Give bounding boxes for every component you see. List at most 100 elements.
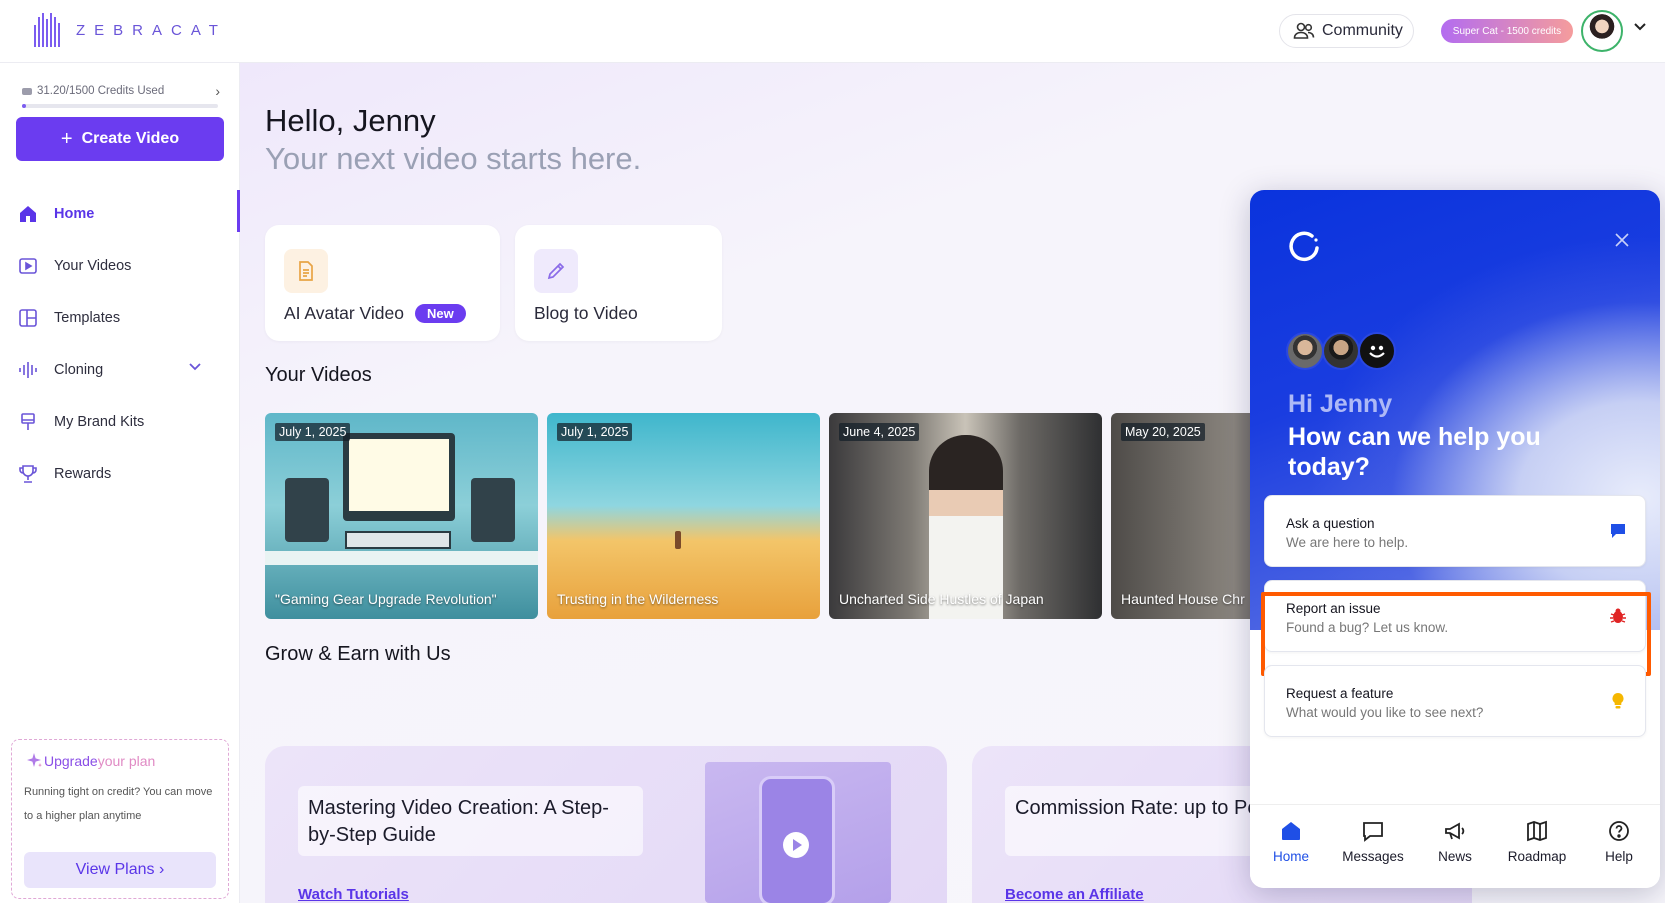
help-widget-panel: Hi Jenny How can we help you today? Ask … bbox=[1250, 190, 1660, 888]
chat-icon bbox=[1611, 524, 1625, 538]
create-video-label: Create Video bbox=[81, 130, 180, 147]
chevron-down-icon[interactable] bbox=[188, 362, 202, 372]
brand-kit-icon bbox=[21, 413, 35, 430]
home-icon bbox=[20, 206, 36, 222]
blog-to-video-tile[interactable]: Blog to Video bbox=[515, 225, 722, 341]
tab-roadmap[interactable]: Roadmap bbox=[1496, 805, 1578, 888]
sidebar-item-home[interactable]: Home bbox=[0, 188, 240, 240]
home-icon bbox=[1282, 822, 1300, 840]
logo-bars-icon bbox=[34, 13, 62, 47]
traveler-illustration bbox=[675, 531, 681, 549]
credits-progress-fill bbox=[22, 104, 27, 108]
sidebar-item-label: Your Videos bbox=[54, 258, 132, 274]
credits-text: 31.20/1500 Credits Used bbox=[37, 85, 165, 97]
agent-avatar bbox=[1286, 332, 1324, 370]
video-list: July 1, 2025 "Gaming Gear Upgrade Revolu… bbox=[265, 413, 1384, 619]
watch-tutorials-link[interactable]: Watch Tutorials bbox=[298, 886, 409, 903]
video-date: June 4, 2025 bbox=[839, 423, 920, 441]
tab-help[interactable]: Help bbox=[1578, 805, 1660, 888]
sidebar-item-your-videos[interactable]: Your Videos bbox=[0, 240, 240, 292]
help-brand-icon bbox=[1289, 231, 1319, 262]
zebracat-logo[interactable]: ZEBRACAT bbox=[34, 13, 227, 47]
credits-progress-bar bbox=[22, 104, 218, 108]
agent-avatar bbox=[1322, 332, 1360, 370]
video-date: July 1, 2025 bbox=[557, 423, 633, 441]
tab-home[interactable]: Home bbox=[1250, 805, 1332, 888]
sidebar-item-label: Cloning bbox=[54, 362, 104, 378]
top-bar: ZEBRACAT Community Super Cat - 1500 cred… bbox=[0, 0, 1665, 63]
help-greeting: Hi Jenny bbox=[1288, 390, 1393, 418]
video-icon bbox=[19, 258, 37, 274]
chevron-right-icon: › bbox=[158, 861, 165, 878]
tutorial-card[interactable]: Mastering Video Creation: A Step-by-Step… bbox=[265, 746, 947, 903]
sidebar-item-cloning[interactable]: Cloning bbox=[0, 344, 240, 396]
video-card[interactable]: July 1, 2025 Trusting in the Wilderness bbox=[547, 413, 820, 619]
upgrade-title-a: Upgrade bbox=[44, 753, 98, 769]
video-card[interactable]: July 1, 2025 "Gaming Gear Upgrade Revolu… bbox=[265, 413, 538, 619]
video-card[interactable]: June 4, 2025 Uncharted Side Hustles of J… bbox=[829, 413, 1102, 619]
video-title: Trusting in the Wilderness bbox=[557, 591, 719, 607]
sidebar-item-templates[interactable]: Templates bbox=[0, 292, 240, 344]
tab-label: Messages bbox=[1342, 849, 1404, 864]
sidebar-item-brand-kits[interactable]: My Brand Kits bbox=[0, 396, 240, 448]
video-title: Uncharted Side Hustles of Japan bbox=[839, 591, 1044, 607]
upgrade-title-b: your plan bbox=[97, 753, 156, 769]
sidebar-item-label: Home bbox=[54, 206, 95, 222]
selection-highlight bbox=[1261, 592, 1651, 676]
people-icon bbox=[1293, 22, 1315, 39]
request-feature-option[interactable]: Request a feature What would you like to… bbox=[1264, 665, 1646, 737]
plus-icon: + bbox=[60, 127, 73, 150]
community-button[interactable]: Community bbox=[1279, 14, 1414, 48]
credits-usage[interactable]: 31.20/1500 Credits Used › bbox=[22, 83, 220, 99]
tab-messages[interactable]: Messages bbox=[1332, 805, 1414, 888]
play-icon bbox=[783, 832, 809, 858]
desk-illustration bbox=[265, 551, 538, 565]
lightbulb-icon bbox=[1612, 693, 1624, 709]
speaker-illustration bbox=[471, 478, 515, 542]
new-badge: New bbox=[415, 304, 466, 323]
sidebar-item-label: My Brand Kits bbox=[54, 414, 145, 430]
ask-question-option[interactable]: Ask a question We are here to help. bbox=[1264, 495, 1646, 567]
sidebar-item-label: Rewards bbox=[54, 466, 112, 482]
view-plans-label: View Plans bbox=[75, 861, 155, 878]
pencil-icon bbox=[534, 249, 578, 293]
help-circle-icon bbox=[1609, 821, 1629, 841]
close-icon[interactable] bbox=[1614, 232, 1630, 248]
view-plans-button[interactable]: View Plans › bbox=[24, 852, 216, 888]
video-date: July 1, 2025 bbox=[275, 423, 351, 441]
plan-badge[interactable]: Super Cat - 1500 credits bbox=[1441, 19, 1573, 43]
tab-label: News bbox=[1438, 849, 1472, 864]
help-tab-bar: Home Messages News Roadmap Help bbox=[1250, 804, 1660, 888]
tab-news[interactable]: News bbox=[1414, 805, 1496, 888]
help-question: How can we help you today? bbox=[1288, 423, 1541, 481]
video-title: "Gaming Gear Upgrade Revolution" bbox=[275, 591, 497, 607]
chevron-down-icon[interactable] bbox=[1633, 22, 1647, 32]
tile-label: Blog to Video bbox=[534, 303, 638, 323]
option-title: Request a feature bbox=[1286, 686, 1394, 701]
video-title: Haunted House Chr bbox=[1121, 591, 1245, 607]
user-avatar[interactable] bbox=[1581, 10, 1623, 52]
sidebar-nav: Home Your Videos Templates Cloning My Br… bbox=[0, 188, 240, 500]
ai-avatar-video-tile[interactable]: AI Avatar Video New bbox=[265, 225, 500, 341]
credit-card-icon bbox=[22, 87, 32, 95]
upgrade-plan-card: Upgrade your plan Running tight on credi… bbox=[11, 739, 229, 899]
tab-label: Help bbox=[1605, 849, 1633, 864]
create-video-button[interactable]: + Create Video bbox=[16, 117, 224, 161]
sidebar: 31.20/1500 Credits Used › + Create Video … bbox=[0, 63, 240, 903]
option-desc: What would you like to see next? bbox=[1286, 705, 1484, 720]
support-team-avatars bbox=[1286, 332, 1396, 370]
chevron-right-icon: › bbox=[215, 83, 220, 99]
grow-earn-heading: Grow & Earn with Us bbox=[265, 643, 451, 665]
upgrade-title: Upgrade your plan bbox=[26, 752, 155, 770]
become-affiliate-link[interactable]: Become an Affiliate bbox=[1005, 886, 1144, 903]
sparkle-icon bbox=[27, 753, 42, 767]
option-desc: We are here to help. bbox=[1286, 535, 1409, 550]
option-title: Ask a question bbox=[1286, 516, 1375, 531]
megaphone-icon bbox=[1445, 822, 1465, 840]
sidebar-item-rewards[interactable]: Rewards bbox=[0, 448, 240, 500]
message-icon bbox=[1363, 822, 1383, 842]
smiley-icon bbox=[1358, 332, 1396, 370]
tile-label-text: AI Avatar Video bbox=[284, 303, 404, 323]
sidebar-item-label: Templates bbox=[54, 310, 121, 326]
document-icon bbox=[284, 249, 328, 293]
